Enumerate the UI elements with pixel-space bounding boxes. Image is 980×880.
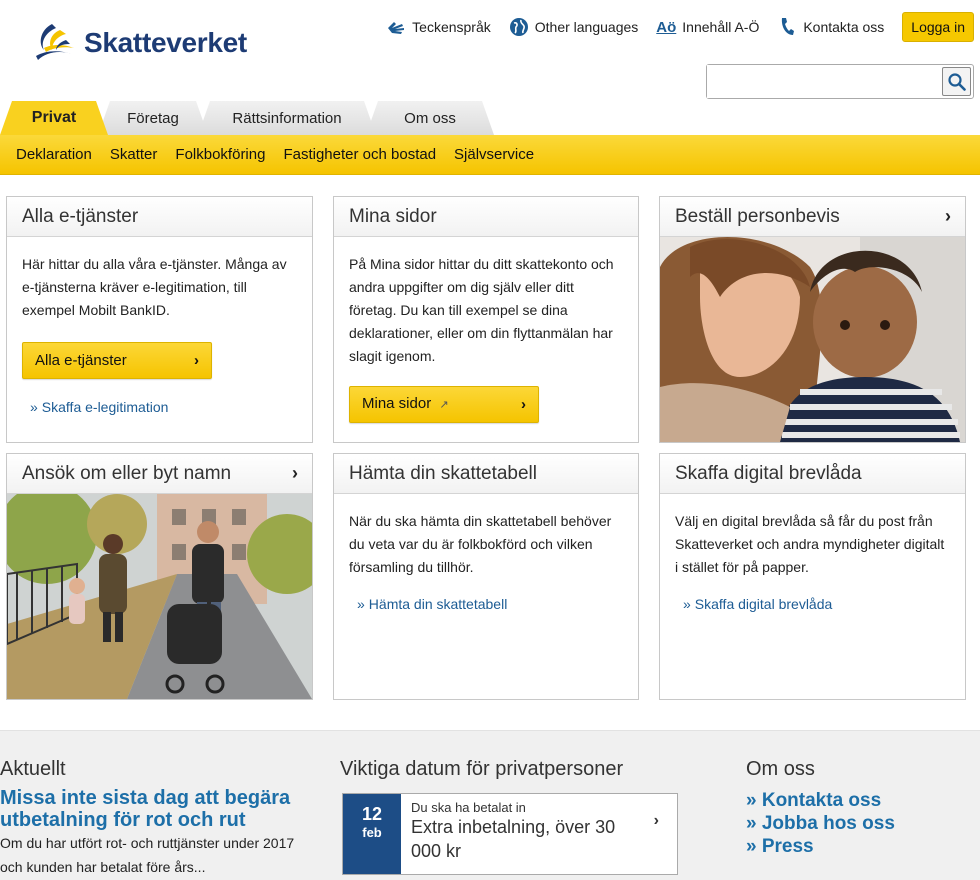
card-mina-sidor: Mina sidor På Mina sidor hittar du ditt … (333, 196, 639, 443)
card-title: Mina sidor (334, 197, 638, 237)
button-label: Alla e-tjänster (35, 352, 127, 369)
card-text: På Mina sidor hittar du ditt skattekonto… (349, 256, 614, 364)
link-label: Kontakta oss (761, 790, 882, 811)
contact-label: Kontakta oss (803, 19, 885, 35)
index-ao-icon: Aö (656, 18, 677, 36)
about-link-jobba[interactable]: » Jobba hos oss (746, 812, 895, 835)
dates-heading: Viktiga datum för privatpersoner (340, 758, 624, 780)
tab-om-oss[interactable]: Om oss (366, 101, 494, 135)
search-box (706, 64, 974, 99)
family-street-photo (7, 494, 312, 699)
chevron-right-icon: › (653, 812, 659, 829)
card-title: Beställ personbevis › (660, 197, 965, 237)
news-heading: Aktuellt (0, 758, 66, 780)
card-alla-e-tjanster: Alla e-tjänster Här hittar du alla våra … (6, 196, 313, 443)
about-heading: Om oss (746, 758, 815, 780)
date-description: Extra inbetalning, över 30 000 kr (411, 817, 616, 861)
date-subtitle: Du ska ha betalat in (411, 800, 526, 815)
card-bestall-personbevis[interactable]: Beställ personbevis › (659, 196, 966, 443)
sign-language-label: Teckenspråk (412, 19, 491, 35)
skaffa-digital-brevlada-link[interactable]: » Skaffa digital brevlåda (683, 593, 950, 616)
index-a-o-link[interactable]: Aö Innehåll A-Ö (656, 19, 759, 36)
date-day: 12 (361, 804, 383, 824)
external-link-icon: ↗ (439, 399, 449, 411)
link-label: Skaffa e-legitimation (41, 399, 169, 415)
tab-rattsinformation[interactable]: Rättsinformation (198, 101, 376, 135)
link-label: Jobba hos oss (761, 813, 895, 834)
chevron-right-icon: › (292, 463, 298, 483)
card-title: Ansök om eller byt namn › (7, 454, 312, 494)
date-month: feb (362, 825, 382, 840)
sign-language-link[interactable]: Teckenspråk (386, 17, 491, 37)
logo-text: Skatteverket (84, 27, 247, 58)
card-title-text: Mina sidor (349, 205, 437, 227)
link-label: Hämta din skattetabell (368, 596, 508, 612)
card-byt-namn[interactable]: Ansök om eller byt namn › (6, 453, 313, 700)
card-hamta-skattetabell: Hämta din skattetabell När du ska hämta … (333, 453, 639, 700)
card-digital-brevlada: Skaffa digital brevlåda Välj en digital … (659, 453, 966, 700)
subnav-folkbokforing[interactable]: Folkbokföring (175, 146, 265, 163)
card-title-text: Skaffa digital brevlåda (675, 462, 862, 484)
mina-sidor-button[interactable]: Mina sidor ↗ › (349, 386, 539, 423)
card-title-text: Ansök om eller byt namn (22, 462, 232, 484)
search-input[interactable] (707, 65, 937, 98)
card-title-text: Beställ personbevis (675, 205, 840, 227)
chevron-right-icon: › (945, 206, 951, 226)
sign-language-hand-icon (386, 17, 406, 37)
card-text: När du ska hämta din skattetabell behöve… (349, 513, 612, 575)
card-title-text: Hämta din skattetabell (349, 462, 537, 484)
footer-section: Aktuellt Missa inte sista dag att begära… (0, 730, 980, 880)
tab-foretag[interactable]: Företag (98, 101, 208, 135)
skatteverket-logo[interactable]: Skatteverket (30, 20, 247, 66)
hamta-skattetabell-link[interactable]: » Hämta din skattetabell (357, 593, 623, 616)
card-title: Alla e-tjänster (7, 197, 312, 237)
news-headline-link[interactable]: Missa inte sista dag att begära utbetaln… (0, 787, 300, 831)
tab-privat[interactable]: Privat (0, 101, 108, 135)
chevron-right-icon: › (194, 352, 199, 369)
about-link-kontakta[interactable]: » Kontakta oss (746, 789, 895, 812)
date-card[interactable]: 12 feb Du ska ha betalat in Extra inbeta… (342, 793, 678, 875)
card-text: Välj en digital brevlåda så får du post … (675, 513, 945, 575)
login-button[interactable]: Logga in (902, 12, 974, 42)
link-label: Press (761, 836, 814, 857)
chevron-right-icon: › (521, 396, 526, 413)
main-tabs: Privat Företag Rättsinformation Om oss (0, 101, 484, 135)
double-chevron-icon: » (683, 596, 691, 612)
card-title: Hämta din skattetabell (334, 454, 638, 494)
card-title-text: Alla e-tjänster (22, 205, 139, 227)
button-label: Mina sidor (362, 395, 432, 412)
about-links: » Kontakta oss » Jobba hos oss » Press (746, 789, 895, 858)
contact-link[interactable]: Kontakta oss (777, 17, 884, 37)
index-a-o-label: Innehåll A-Ö (682, 19, 760, 35)
sub-navigation: Deklaration Skatter Folkbokföring Fastig… (0, 135, 980, 175)
about-link-press[interactable]: » Press (746, 835, 895, 858)
search-button[interactable] (942, 67, 971, 96)
skaffa-e-legitimation-link[interactable]: » Skaffa e-legitimation (30, 396, 297, 419)
link-label: Skaffa digital brevlåda (694, 596, 833, 612)
alla-e-tjanster-button[interactable]: Alla e-tjänster › (22, 342, 212, 379)
double-chevron-icon: » (30, 399, 38, 415)
subnav-deklaration[interactable]: Deklaration (16, 146, 92, 163)
subnav-skatter[interactable]: Skatter (110, 146, 158, 163)
search-icon (947, 72, 966, 91)
logo-swirl-icon (36, 24, 74, 60)
phone-icon (777, 17, 797, 37)
card-title: Skaffa digital brevlåda (660, 454, 965, 494)
date-badge: 12 feb (343, 794, 401, 874)
news-excerpt: Om du har utfört rot- och ruttjänster un… (0, 835, 295, 875)
subnav-fastigheter[interactable]: Fastigheter och bostad (283, 146, 436, 163)
subnav-sjalvservice[interactable]: Självservice (454, 146, 534, 163)
other-languages-label: Other languages (534, 19, 639, 35)
globe-icon (509, 17, 529, 37)
other-languages-link[interactable]: Other languages (509, 17, 639, 37)
double-chevron-icon: » (357, 596, 365, 612)
top-navigation: Teckenspråk Other languages Aö Innehåll … (386, 12, 974, 42)
card-text: Här hittar du alla våra e-tjänster. Mång… (22, 256, 287, 318)
mother-child-photo (660, 237, 965, 442)
